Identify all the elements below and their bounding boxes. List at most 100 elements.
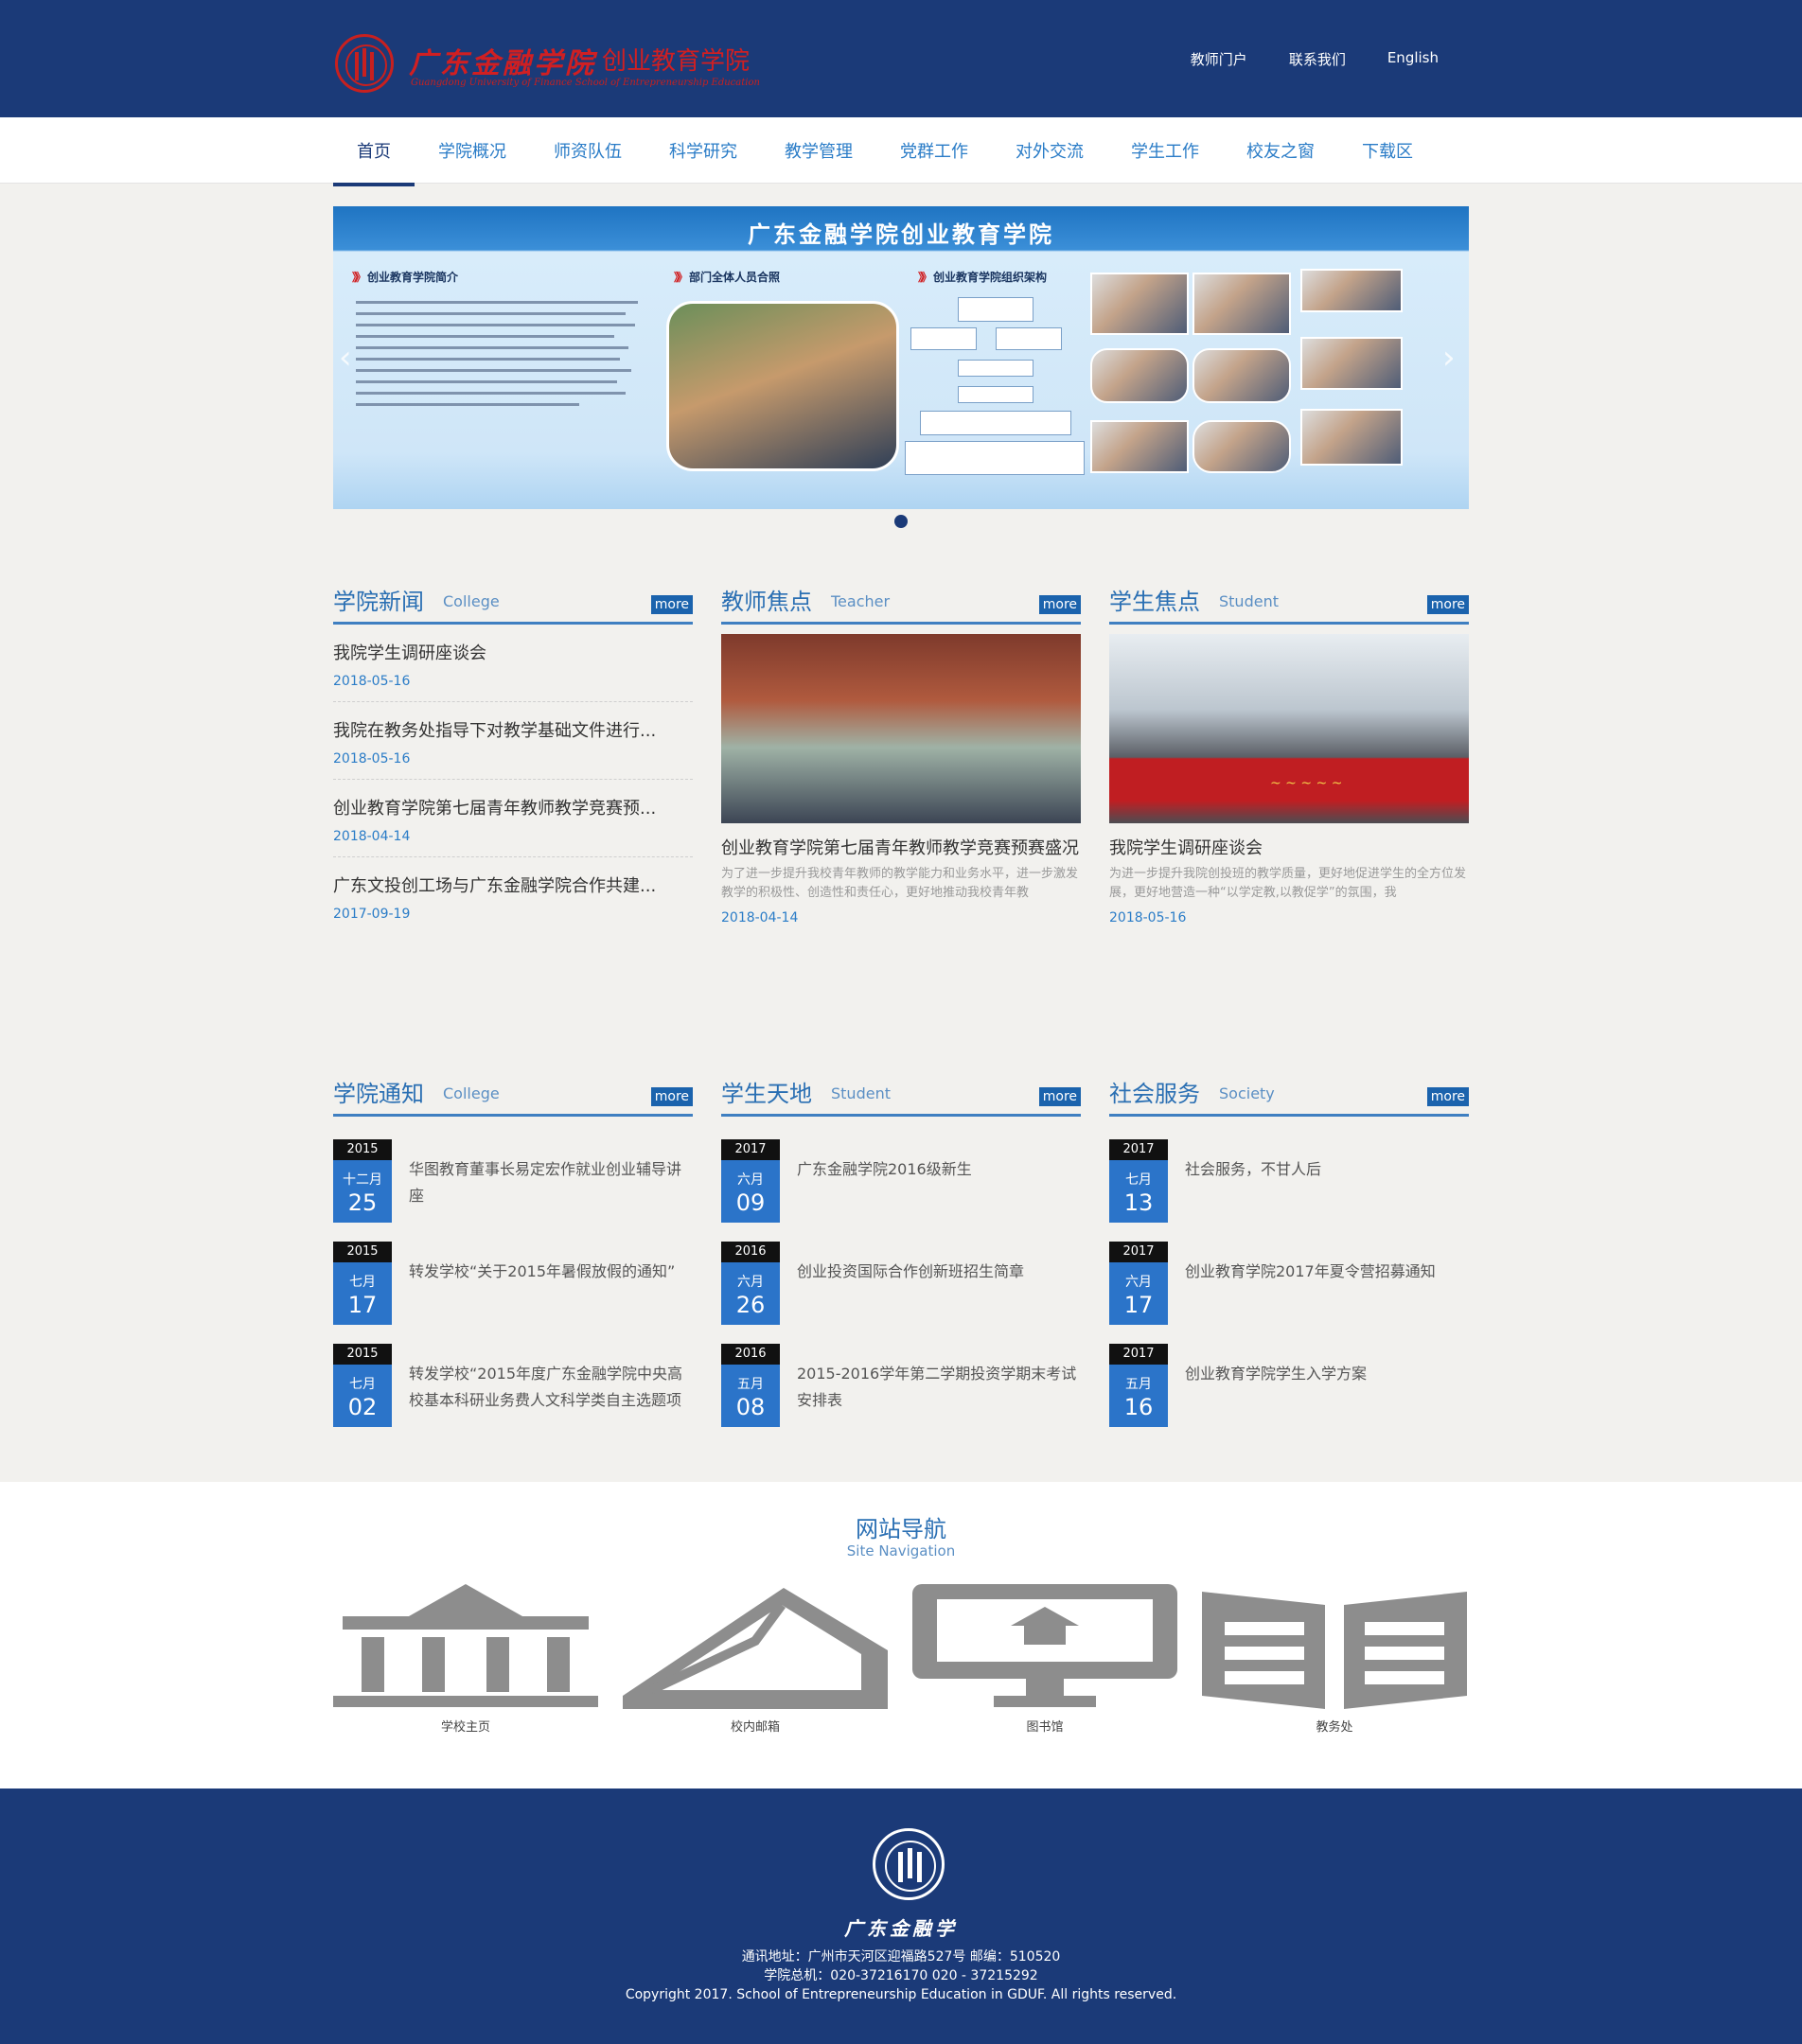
teacher-portal-link[interactable]: 教师门户	[1191, 49, 1247, 69]
student-focus-photo[interactable]: ~ ~ ~ ~ ~	[1109, 634, 1469, 823]
notice-title[interactable]: 广东金融学院2016级新生	[797, 1156, 1081, 1183]
footer-university-name: 广东金融学	[844, 1917, 958, 1940]
date-month: 七月	[349, 1275, 376, 1290]
news-title[interactable]: 创业教育学院第七届青年教师教学竞赛预...	[333, 795, 693, 819]
date-box: 2015 七月 02	[333, 1344, 392, 1427]
nav-item-home[interactable]: 首页	[333, 117, 415, 186]
list-item[interactable]: 2017 六月 17 创业教育学院2017年夏令营招募通知	[1109, 1242, 1469, 1344]
banner-panel-org-title: 创业教育学院组织架构	[918, 269, 1047, 285]
nav-item-about[interactable]: 学院概况	[415, 117, 530, 184]
section-title: 学院通知	[333, 1081, 424, 1107]
nav-tile-library[interactable]: 图书馆	[912, 1584, 1177, 1735]
nav-item-teaching[interactable]: 教学管理	[761, 117, 876, 184]
notice-title[interactable]: 创业投资国际合作创新班招生简章	[797, 1259, 1081, 1285]
banner-next-arrow-icon[interactable]: ›	[1442, 339, 1463, 377]
news-title[interactable]: 我院在教务处指导下对教学基础文件进行...	[333, 717, 693, 742]
student-world-section: 学生天地 Student more 2017 六月 09 广东金融学院2016级新…	[721, 1075, 1081, 1446]
notice-title[interactable]: 创业教育学院2017年夏令营招募通知	[1185, 1259, 1469, 1285]
date-box: 2017 六月 09	[721, 1139, 780, 1223]
news-title[interactable]: 广东文投创工场与广东金融学院合作共建...	[333, 872, 693, 897]
news-more-button[interactable]: more	[650, 595, 693, 614]
notice-more-button[interactable]: more	[650, 1087, 693, 1106]
nav-item-student-affairs[interactable]: 学生工作	[1107, 117, 1223, 184]
university-seal-icon	[873, 1828, 945, 1900]
footer-info: 通讯地址：广州市天河区迎福路527号 邮编：510520 学院总机：020-37…	[0, 1947, 1802, 2004]
date-month: 六月	[737, 1275, 764, 1290]
list-item[interactable]: 2017 六月 09 广东金融学院2016级新生	[721, 1139, 1081, 1242]
notice-title[interactable]: 华图教育董事长易定宏作就业创业辅导讲座	[409, 1156, 693, 1209]
nav-item-party[interactable]: 党群工作	[876, 117, 992, 184]
org-chart-node	[910, 327, 977, 350]
section-title: 学生焦点	[1109, 589, 1200, 615]
list-item[interactable]: 创业教育学院第七届青年教师教学竞赛预... 2018-04-14	[333, 780, 693, 857]
student-focus-date: 2018-05-16	[1109, 910, 1187, 925]
social-service-section: 社会服务 Society more 2017 七月 13 社会服务，不甘人后 20…	[1109, 1075, 1469, 1446]
footer: 广东金融学 通讯地址：广州市天河区迎福路527号 邮编：510520 学院总机：…	[0, 1788, 1802, 2044]
notice-title[interactable]: 社会服务，不甘人后	[1185, 1156, 1469, 1183]
banner-group-photo	[666, 301, 899, 471]
student-more-button[interactable]: more	[1426, 595, 1469, 614]
notice-title[interactable]: 转发学校“2015年度广东金融学院中央高校基本科研业务费人文科学类自主选题项	[409, 1361, 693, 1414]
date-year: 2015	[333, 1242, 392, 1262]
contact-us-link[interactable]: 联系我们	[1289, 49, 1346, 69]
news-title[interactable]: 我院学生调研座谈会	[333, 640, 693, 664]
list-item[interactable]: 2015 七月 02 转发学校“2015年度广东金融学院中央高校基本科研业务费人文…	[333, 1344, 693, 1446]
section-title: 教师焦点	[721, 589, 812, 615]
service-more-button[interactable]: more	[1426, 1087, 1469, 1106]
list-item[interactable]: 2016 五月 08 2015-2016学年第二学期投资学期末考试安排表	[721, 1344, 1081, 1446]
english-link[interactable]: English	[1387, 49, 1439, 69]
list-item[interactable]: 我院在教务处指导下对教学基础文件进行... 2018-05-16	[333, 702, 693, 780]
student-focus-summary: 为进一步提升我院创投班的教学质量，更好地促进学生的全方位发展，更好地营造一种“以…	[1109, 867, 1467, 900]
date-month: 五月	[737, 1377, 764, 1392]
nav-tile-label: 校内邮箱	[730, 1720, 780, 1735]
student-focus-title[interactable]: 我院学生调研座谈会	[1109, 835, 1469, 859]
teacher-focus-title[interactable]: 创业教育学院第七届青年教师教学竞赛预赛盛况	[721, 835, 1081, 859]
nav-tile-school-home[interactable]: 学校主页	[333, 1584, 598, 1735]
banner-thumb	[1300, 409, 1403, 466]
org-chart-node	[958, 297, 1034, 322]
footer-copyright: Copyright 2017. School of Entrepreneursh…	[625, 1987, 1177, 2002]
college-logo[interactable]: 广东金融学院 创业教育学院 Guangdong University of Fi…	[335, 34, 789, 95]
nav-item-alumni[interactable]: 校友之窗	[1223, 117, 1338, 184]
date-box: 2016 六月 26	[721, 1242, 780, 1325]
notice-title[interactable]: 转发学校“关于2015年暑假放假的通知”	[409, 1259, 693, 1285]
notice-title[interactable]: 创业教育学院学生入学方案	[1185, 1361, 1469, 1387]
library-monitor-icon	[912, 1584, 1177, 1709]
teacher-focus-photo[interactable]	[721, 634, 1081, 823]
date-month: 六月	[1125, 1275, 1152, 1290]
studentworld-more-button[interactable]: more	[1038, 1087, 1081, 1106]
list-item[interactable]: 广东文投创工场与广东金融学院合作共建... 2017-09-19	[333, 857, 693, 935]
banner-thumb	[1300, 337, 1403, 390]
news-date: 2018-05-16	[333, 751, 411, 766]
notice-title[interactable]: 2015-2016学年第二学期投资学期末考试安排表	[797, 1361, 1081, 1414]
date-month: 六月	[737, 1172, 764, 1188]
section-header: 学生焦点 Student more	[1109, 583, 1469, 625]
footer-phone: 学院总机：020-37216170 020 - 37215292	[764, 1968, 1038, 1983]
date-box: 2017 七月 13	[1109, 1139, 1168, 1223]
list-item[interactable]: 我院学生调研座谈会 2018-05-16	[333, 625, 693, 702]
list-item[interactable]: 2017 五月 16 创业教育学院学生入学方案	[1109, 1344, 1469, 1446]
nav-item-research[interactable]: 科学研究	[645, 117, 761, 184]
banner-thumb	[1192, 273, 1291, 335]
top-links: 教师门户 联系我们 English	[1191, 49, 1439, 69]
banner-panel-group-photo-title: 部门全体人员合照	[674, 269, 780, 285]
college-notice-section: 学院通知 College more 2015 十二月 25 华图教育董事长易定宏作…	[333, 1075, 693, 1446]
list-item[interactable]: 2017 七月 13 社会服务，不甘人后	[1109, 1139, 1469, 1242]
date-day: 02	[347, 1394, 378, 1420]
banner-slide[interactable]: 广东金融学院创业教育学院 创业教育学院简介 部门全体人员合照 创业教育学院组织架…	[333, 206, 1469, 509]
list-item[interactable]: 2016 六月 26 创业投资国际合作创新班招生简章	[721, 1242, 1081, 1344]
nav-tile-campus-mail[interactable]: 校内邮箱	[623, 1584, 888, 1735]
list-item[interactable]: 2015 七月 17 转发学校“关于2015年暑假放假的通知”	[333, 1242, 693, 1344]
nav-item-exchange[interactable]: 对外交流	[992, 117, 1107, 184]
banner-prev-arrow-icon[interactable]: ‹	[339, 339, 360, 377]
list-item[interactable]: 2015 十二月 25 华图教育董事长易定宏作就业创业辅导讲座	[333, 1139, 693, 1242]
teacher-more-button[interactable]: more	[1038, 595, 1081, 614]
date-box: 2016 五月 08	[721, 1344, 780, 1427]
nav-item-downloads[interactable]: 下载区	[1338, 117, 1437, 184]
slide-dot-active[interactable]	[894, 515, 908, 528]
date-year: 2017	[1109, 1139, 1168, 1160]
date-day: 08	[735, 1394, 766, 1420]
nav-tile-academic-affairs[interactable]: 教务处	[1202, 1584, 1467, 1735]
org-chart-node	[958, 386, 1034, 403]
nav-item-faculty[interactable]: 师资队伍	[530, 117, 645, 184]
